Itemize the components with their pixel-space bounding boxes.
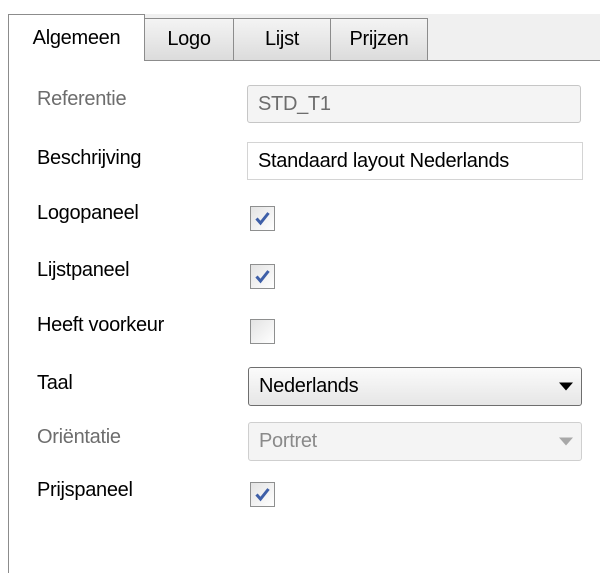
taal-dropdown[interactable]: Nederlands: [248, 367, 582, 406]
tab-algemeen[interactable]: Algemeen: [8, 14, 145, 61]
tab-lijst[interactable]: Lijst: [233, 18, 331, 60]
tab-label: Algemeen: [32, 26, 121, 49]
prijspaneel-label: Prijspaneel: [37, 479, 133, 501]
chevron-down-icon: [559, 382, 573, 390]
tab-label: Logo: [167, 28, 211, 50]
beschrijving-label: Beschrijving: [37, 147, 142, 169]
referentie-label: Referentie: [37, 88, 127, 110]
heeft-voorkeur-label: Heeft voorkeur: [37, 314, 164, 336]
checkmark-icon: [255, 270, 270, 284]
tab-logo[interactable]: Logo: [144, 18, 234, 60]
tab-prijzen[interactable]: Prijzen: [330, 18, 428, 60]
checkmark-icon: [255, 212, 270, 226]
settings-window: Algemeen Logo Lijst Prijzen Referentie S…: [8, 14, 600, 573]
orientatie-selected-value: Portret: [259, 430, 317, 452]
tab-label: Prijzen: [349, 28, 409, 50]
orientatie-dropdown: Portret: [248, 422, 582, 461]
orientatie-label: Oriëntatie: [37, 426, 121, 448]
tab-label: Lijst: [264, 28, 300, 50]
active-tab-join: [9, 60, 144, 62]
tab-panel-algemeen: Referentie STD_T1 Beschrijving Standaard…: [8, 60, 600, 573]
checkmark-icon: [255, 488, 270, 502]
logopaneel-label: Logopaneel: [37, 202, 139, 224]
taal-selected-value: Nederlands: [259, 375, 359, 397]
referentie-field: STD_T1: [247, 85, 581, 123]
chevron-down-icon: [559, 437, 573, 445]
prijspaneel-checkbox[interactable]: [250, 482, 275, 507]
lijstpaneel-checkbox[interactable]: [250, 264, 275, 289]
tab-strip: Algemeen Logo Lijst Prijzen: [8, 14, 600, 61]
taal-label: Taal: [37, 372, 73, 394]
beschrijving-field[interactable]: Standaard layout Nederlands: [247, 142, 583, 180]
lijstpaneel-label: Lijstpaneel: [37, 259, 130, 281]
heeft-voorkeur-checkbox[interactable]: [250, 319, 275, 344]
logopaneel-checkbox[interactable]: [250, 206, 275, 231]
